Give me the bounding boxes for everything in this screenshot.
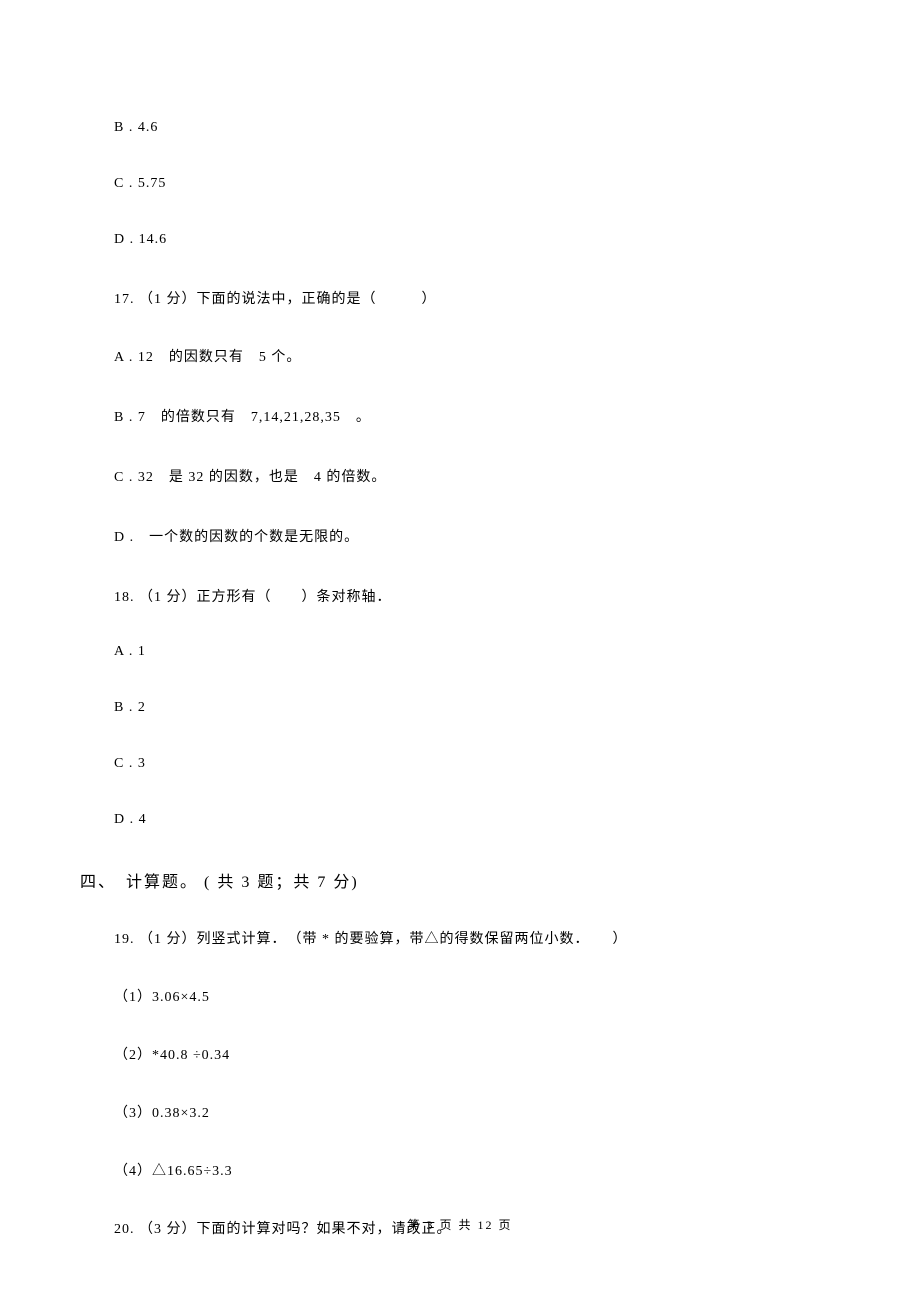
options-block: B . 4.6 C . 5.75 D . 14.6: [114, 120, 840, 248]
q17-option-c: C . 32 是 32 的因数，也是 4 的倍数。: [114, 466, 840, 486]
q18-option-d: D . 4: [114, 812, 840, 828]
q19-part-3: （3）0.38×3.2: [114, 1102, 840, 1122]
q19-part-2: （2）*40.8 ÷0.34: [114, 1044, 840, 1064]
option-d: D . 14.6: [114, 232, 840, 248]
q17-option-d: D . 一个数的因数的个数是无限的。: [114, 526, 840, 546]
question-18: 18. （1 分）正方形有（ ）条对称轴． A . 1 B . 2 C . 3 …: [114, 586, 840, 828]
page-content: B . 4.6 C . 5.75 D . 14.6 17. （1 分）下面的说法…: [0, 0, 920, 1238]
q17-option-a: A . 12 的因数只有 5 个。: [114, 346, 840, 366]
q18-option-a: A . 1: [114, 644, 840, 660]
section-4-title: 四、 计算题。 ( 共 3 题；共 7 分): [80, 868, 840, 892]
option-c: C . 5.75: [114, 176, 840, 192]
q17-stem: 17. （1 分）下面的说法中，正确的是（ ）: [114, 288, 840, 308]
q18-option-b: B . 2: [114, 700, 840, 716]
q19-part-4: （4）△16.65÷3.3: [114, 1160, 840, 1180]
question-17: 17. （1 分）下面的说法中，正确的是（ ） A . 12 的因数只有 5 个…: [114, 288, 840, 546]
q19-stem: 19. （1 分）列竖式计算． （带 * 的要验算，带△的得数保留两位小数． ）: [114, 928, 840, 948]
question-19: 19. （1 分）列竖式计算． （带 * 的要验算，带△的得数保留两位小数． ）…: [114, 928, 840, 1180]
option-b: B . 4.6: [114, 120, 840, 136]
q18-stem: 18. （1 分）正方形有（ ）条对称轴．: [114, 586, 840, 606]
q19-part-1: （1）3.06×4.5: [114, 986, 840, 1006]
page-footer: 第 3 页 共 12 页: [0, 1216, 920, 1233]
q17-option-b: B . 7 的倍数只有 7,14,21,28,35 。: [114, 406, 840, 426]
q18-option-c: C . 3: [114, 756, 840, 772]
